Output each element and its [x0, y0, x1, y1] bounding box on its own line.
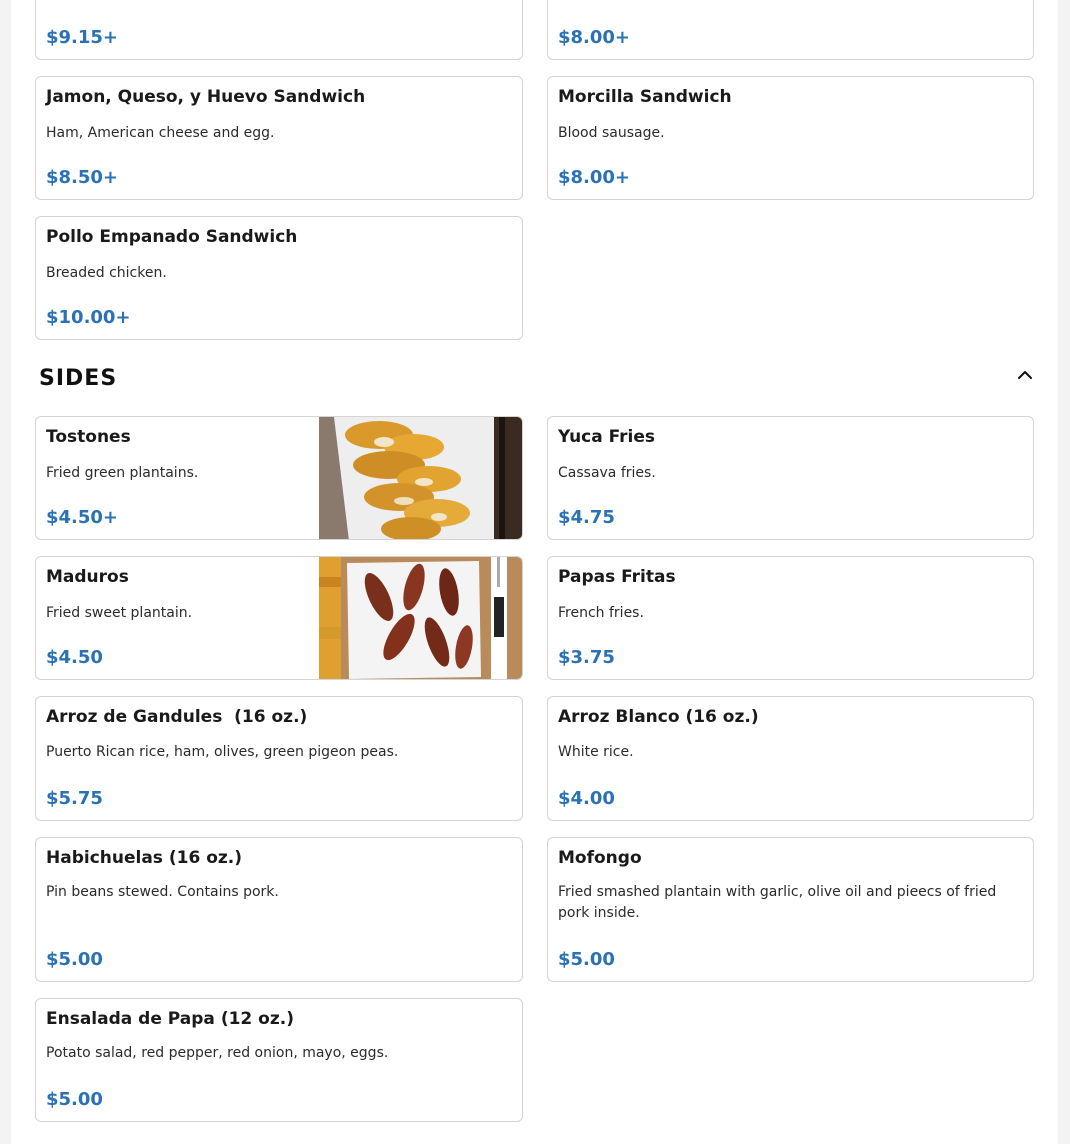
item-price: $4.50	[46, 647, 103, 668]
item-description: Blood sausage.	[558, 125, 665, 141]
menu-item-card[interactable]: $8.00+	[547, 0, 1034, 60]
item-photo	[319, 417, 522, 539]
item-description: Breaded chicken.	[46, 265, 167, 281]
item-price: $10.00+	[46, 307, 131, 328]
item-description: Fried smashed plantain with garlic, oliv…	[558, 884, 997, 921]
section-title: SIDES	[39, 366, 118, 391]
item-price: $5.75	[46, 788, 103, 809]
item-name: Arroz de Gandules (16 oz.)	[46, 707, 308, 727]
item-name: Yuca Fries	[558, 427, 656, 447]
item-photo	[319, 557, 522, 679]
menu-item-card[interactable]: Pollo Empanado Sandwich Breaded chicken.…	[35, 216, 523, 340]
menu-item-card[interactable]: Jamon, Queso, y Huevo Sandwich Ham, Amer…	[35, 76, 523, 200]
item-description: Fried sweet plantain.	[46, 605, 193, 621]
item-name: Papas Fritas	[558, 567, 676, 587]
item-description: Pin beans stewed. Contains pork.	[46, 884, 279, 900]
item-price: $5.00	[46, 949, 103, 970]
item-name: Arroz Blanco (16 oz.)	[558, 707, 759, 727]
menu-item-card[interactable]: Papas Fritas French fries. $3.75	[547, 556, 1034, 680]
item-price: $4.00	[558, 788, 615, 809]
menu-item-card[interactable]: Arroz Blanco (16 oz.) White rice. $4.00	[547, 696, 1034, 821]
menu-item-card[interactable]: Maduros Fried sweet plantain. $4.50	[35, 556, 523, 680]
menu-item-card[interactable]: Arroz de Gandules (16 oz.) Puerto Rican …	[35, 696, 523, 821]
item-price: $3.75	[558, 647, 615, 668]
item-description: Ham, American cheese and egg.	[46, 125, 275, 141]
item-name: Ensalada de Papa (12 oz.)	[46, 1009, 294, 1029]
item-price: $4.50+	[46, 507, 119, 528]
menu-item-card[interactable]: Morcilla Sandwich Blood sausage. $8.00+	[547, 76, 1034, 200]
item-price: $5.00	[46, 1089, 103, 1110]
item-name: Mofongo	[558, 848, 642, 868]
menu-item-card[interactable]: Habichuelas (16 oz.) Pin beans stewed. C…	[35, 837, 523, 982]
item-description: Fried green plantains.	[46, 465, 199, 481]
item-name: Jamon, Queso, y Huevo Sandwich	[46, 87, 366, 107]
item-name: Tostones	[46, 427, 131, 447]
item-description: Potato salad, red pepper, red onion, may…	[46, 1045, 389, 1061]
item-description: French fries.	[558, 605, 644, 621]
item-name: Pollo Empanado Sandwich	[46, 227, 298, 247]
item-price: $8.00+	[558, 167, 631, 188]
item-description: Cassava fries.	[558, 465, 656, 481]
item-name: Morcilla Sandwich	[558, 87, 732, 107]
item-description: White rice.	[558, 744, 634, 760]
item-name: Habichuelas (16 oz.)	[46, 848, 242, 868]
item-description: Puerto Rican rice, ham, olives, green pi…	[46, 744, 399, 760]
item-name: Maduros	[46, 567, 129, 587]
item-price: $9.15+	[46, 27, 119, 48]
item-price: $4.75	[558, 507, 615, 528]
menu-item-card[interactable]: Ensalada de Papa (12 oz.) Potato salad, …	[35, 998, 523, 1122]
item-price: $8.00+	[558, 27, 631, 48]
menu-item-card[interactable]: $9.15+	[35, 0, 523, 60]
menu-item-card[interactable]: Yuca Fries Cassava fries. $4.75	[547, 416, 1034, 540]
menu-item-card[interactable]: Tostones Fried green plantains. $4.50+	[35, 416, 523, 540]
menu-item-card[interactable]: Mofongo Fried smashed plantain with garl…	[547, 837, 1034, 982]
item-price: $5.00	[558, 949, 615, 970]
item-price: $8.50+	[46, 167, 119, 188]
chevron-up-icon[interactable]	[1013, 364, 1037, 384]
